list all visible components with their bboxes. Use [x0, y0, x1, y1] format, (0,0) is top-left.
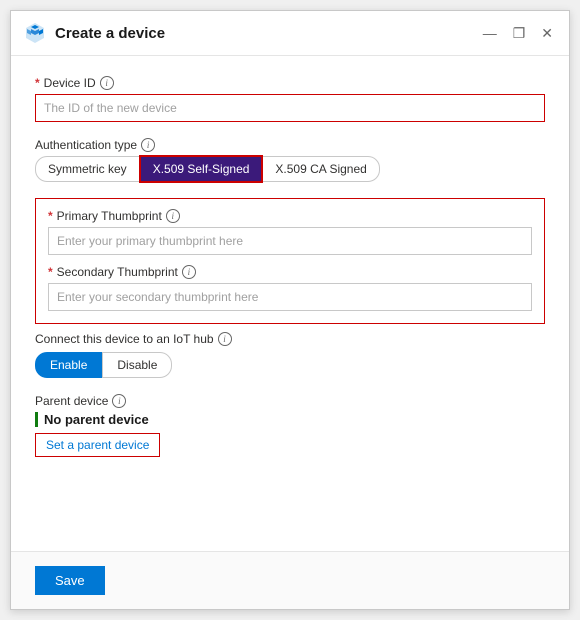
- title-bar-left: Create a device: [23, 21, 165, 45]
- connect-iot-hub-info-icon[interactable]: i: [218, 332, 232, 346]
- secondary-thumbprint-label-text: Secondary Thumbprint: [57, 265, 178, 279]
- auth-type-buttons: Symmetric key X.509 Self-Signed X.509 CA…: [35, 156, 545, 182]
- auth-type-group: Authentication type i Symmetric key X.50…: [35, 138, 545, 182]
- auth-symmetric-key-button[interactable]: Symmetric key: [35, 156, 140, 182]
- parent-device-label-text: Parent device: [35, 394, 108, 408]
- window-title: Create a device: [55, 25, 165, 42]
- connect-iot-hub-group: Connect this device to an IoT hub i Enab…: [35, 332, 545, 378]
- connect-iot-hub-label-text: Connect this device to an IoT hub: [35, 332, 214, 346]
- create-device-window: Create a device — ❐ ✕ * Device ID i Auth…: [10, 10, 570, 610]
- parent-device-value: No parent device: [35, 412, 545, 427]
- primary-thumbprint-field: * Primary Thumbprint i: [48, 209, 532, 255]
- thumbprint-group: * Primary Thumbprint i * Secondary Thumb…: [35, 198, 545, 324]
- auth-type-label-text: Authentication type: [35, 138, 137, 152]
- auth-type-info-icon[interactable]: i: [141, 138, 155, 152]
- primary-thumbprint-info-icon[interactable]: i: [166, 209, 180, 223]
- device-id-label-text: Device ID: [44, 76, 96, 90]
- device-id-input[interactable]: [35, 94, 545, 122]
- device-id-info-icon[interactable]: i: [100, 76, 114, 90]
- enable-button[interactable]: Enable: [35, 352, 102, 378]
- parent-device-label: Parent device i: [35, 394, 545, 408]
- primary-thumbprint-label: * Primary Thumbprint i: [48, 209, 532, 223]
- connect-toggle-buttons: Enable Disable: [35, 352, 545, 378]
- restore-button[interactable]: ❐: [509, 24, 530, 42]
- secondary-thumbprint-field: * Secondary Thumbprint i: [48, 265, 532, 311]
- parent-device-info-icon[interactable]: i: [112, 394, 126, 408]
- save-button[interactable]: Save: [35, 566, 105, 595]
- auth-x509ca-button[interactable]: X.509 CA Signed: [262, 156, 379, 182]
- auth-type-label: Authentication type i: [35, 138, 545, 152]
- device-id-label: * Device ID i: [35, 76, 545, 90]
- required-indicator: *: [35, 76, 40, 90]
- primary-thumbprint-input[interactable]: [48, 227, 532, 255]
- form-footer: Save: [11, 551, 569, 609]
- title-bar: Create a device — ❐ ✕: [11, 11, 569, 56]
- required-indicator: *: [48, 265, 53, 279]
- title-bar-controls: — ❐ ✕: [479, 24, 557, 42]
- set-parent-device-button[interactable]: Set a parent device: [35, 433, 160, 457]
- app-icon: [23, 21, 47, 45]
- connect-iot-hub-label: Connect this device to an IoT hub i: [35, 332, 545, 346]
- parent-device-group: Parent device i No parent device Set a p…: [35, 394, 545, 457]
- secondary-thumbprint-input[interactable]: [48, 283, 532, 311]
- auth-x509self-button[interactable]: X.509 Self-Signed: [140, 156, 263, 182]
- primary-thumbprint-label-text: Primary Thumbprint: [57, 209, 162, 223]
- device-id-group: * Device ID i: [35, 76, 545, 122]
- disable-button[interactable]: Disable: [102, 352, 172, 378]
- minimize-button[interactable]: —: [479, 24, 501, 42]
- secondary-thumbprint-label: * Secondary Thumbprint i: [48, 265, 532, 279]
- form-content: * Device ID i Authentication type i Symm…: [11, 56, 569, 551]
- secondary-thumbprint-info-icon[interactable]: i: [182, 265, 196, 279]
- required-indicator: *: [48, 209, 53, 223]
- close-button[interactable]: ✕: [537, 24, 557, 42]
